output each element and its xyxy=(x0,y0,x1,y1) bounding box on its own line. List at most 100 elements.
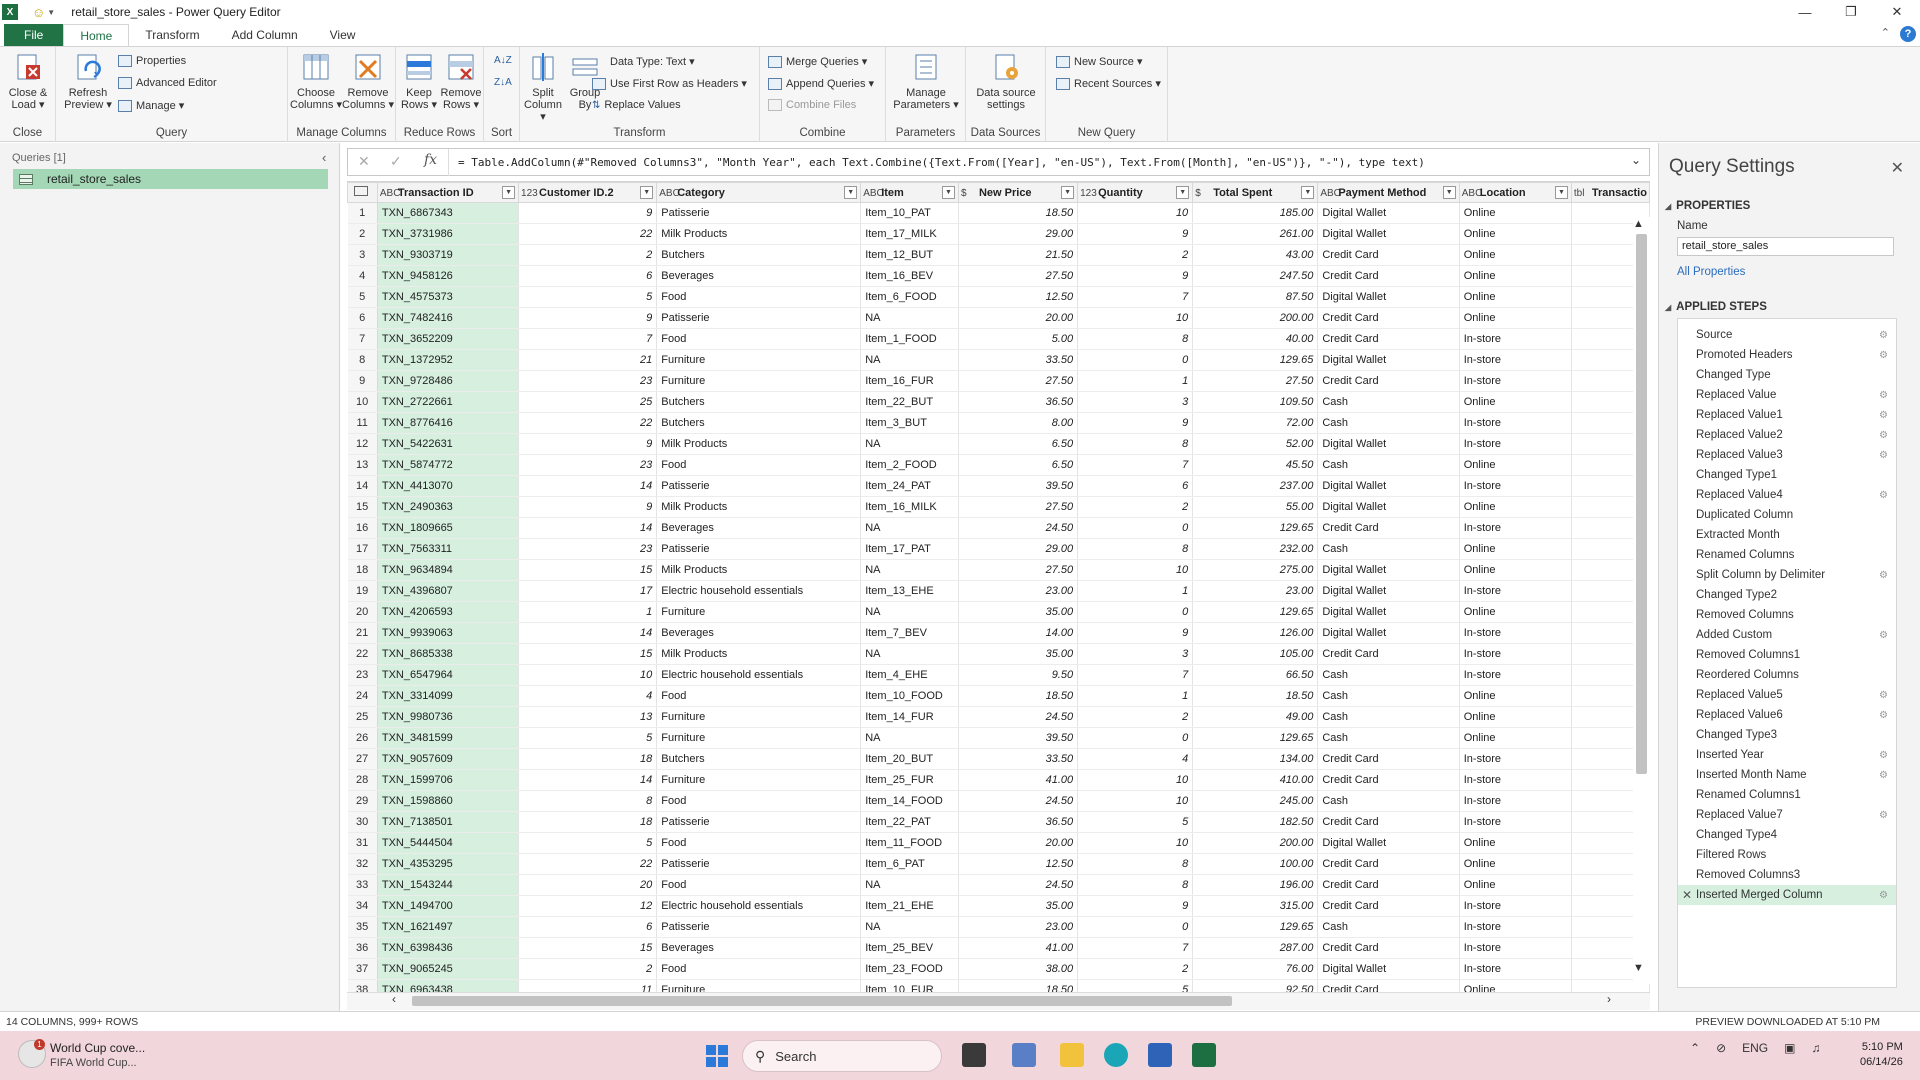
table-cell[interactable]: 22 xyxy=(518,412,658,434)
table-cell[interactable]: 27.50 xyxy=(958,496,1079,518)
row-number[interactable]: 19 xyxy=(347,580,378,602)
merge-queries-button[interactable]: Merge Queries ▾ xyxy=(768,55,867,68)
table-cell[interactable]: In-store xyxy=(1459,349,1572,371)
table-cell[interactable]: 52.00 xyxy=(1192,433,1319,455)
table-row[interactable]: 14 TXN_4413070 14 Patisserie Item_24_PAT 39.5… xyxy=(347,475,1650,497)
table-cell[interactable]: Cash xyxy=(1317,412,1460,434)
table-cell[interactable]: 0 xyxy=(1077,517,1194,539)
table-row[interactable]: 19 TXN_4396807 17 Electric household essent… xyxy=(347,580,1650,602)
table-cell[interactable]: 23 xyxy=(518,454,658,476)
table-cell[interactable]: TXN_5874772 xyxy=(377,454,520,476)
table-cell[interactable]: TXN_6547964 xyxy=(377,664,520,686)
table-cell[interactable]: In-store xyxy=(1459,370,1572,392)
table-cell[interactable]: 27.50 xyxy=(958,559,1079,581)
table-cell[interactable]: 237.00 xyxy=(1192,475,1319,497)
column-type-icon[interactable]: ABC xyxy=(1462,188,1483,199)
filter-dropdown-icon[interactable]: ▼ xyxy=(941,186,955,199)
table-cell[interactable]: TXN_1543244 xyxy=(377,874,520,896)
task-view-icon[interactable] xyxy=(962,1043,986,1067)
table-cell[interactable]: 200.00 xyxy=(1192,307,1319,329)
row-number[interactable]: 7 xyxy=(347,328,378,350)
table-cell[interactable]: In-store xyxy=(1459,580,1572,602)
step-settings-gear-icon[interactable]: ⚙ xyxy=(1879,490,1888,501)
table-cell[interactable]: Beverages xyxy=(656,622,862,644)
column-type-icon[interactable]: $ xyxy=(1195,188,1213,199)
table-cell[interactable]: TXN_4575373 xyxy=(377,286,520,308)
table-cell[interactable]: Food xyxy=(656,286,862,308)
row-number[interactable]: 32 xyxy=(347,853,378,875)
table-row[interactable]: 24 TXN_3314099 4 Food Item_10_FOOD 18.50 1 18.5… xyxy=(347,685,1650,707)
table-cell[interactable]: 9 xyxy=(1077,223,1194,245)
table-cell[interactable]: 0 xyxy=(1077,916,1194,938)
table-row[interactable]: 1 TXN_6867343 9 Patisserie Item_10_PAT 18.50 1… xyxy=(347,202,1650,224)
table-cell[interactable]: 8 xyxy=(1077,328,1194,350)
applied-step[interactable]: Duplicated Column xyxy=(1678,505,1896,525)
table-cell[interactable]: Online xyxy=(1459,832,1572,854)
table-cell[interactable]: Furniture xyxy=(656,769,862,791)
filter-dropdown-icon[interactable]: ▼ xyxy=(1176,186,1190,199)
table-cell[interactable]: 196.00 xyxy=(1192,874,1319,896)
table-cell[interactable]: Item_16_BEV xyxy=(860,265,959,287)
step-settings-gear-icon[interactable]: ⚙ xyxy=(1879,430,1888,441)
table-cell[interactable]: TXN_9458126 xyxy=(377,265,520,287)
table-cell[interactable]: In-store xyxy=(1459,622,1572,644)
table-cell[interactable]: In-store xyxy=(1459,433,1572,455)
table-cell[interactable]: Cash xyxy=(1317,454,1460,476)
row-number[interactable]: 6 xyxy=(347,307,378,329)
column-header[interactable]: $ New Price ▼ xyxy=(957,182,1079,203)
table-cell[interactable]: TXN_7138501 xyxy=(377,811,520,833)
table-cell[interactable]: Butchers xyxy=(656,244,862,266)
row-number[interactable]: 8 xyxy=(347,349,378,371)
table-cell[interactable]: 24.50 xyxy=(958,706,1079,728)
table-cell[interactable]: Credit Card xyxy=(1317,895,1460,917)
filter-dropdown-icon[interactable]: ▼ xyxy=(1442,186,1456,199)
table-row[interactable]: 33 TXN_1543244 20 Food NA 24.50 8 196.00 Credit … xyxy=(347,874,1650,896)
table-cell[interactable]: 261.00 xyxy=(1192,223,1319,245)
table-cell[interactable]: Digital Wallet xyxy=(1317,433,1460,455)
table-cell[interactable]: Food xyxy=(656,685,862,707)
file-explorer-icon[interactable] xyxy=(1060,1043,1084,1067)
table-cell[interactable]: 10 xyxy=(1077,769,1194,791)
table-cell[interactable]: 3 xyxy=(1077,391,1194,413)
row-number[interactable]: 14 xyxy=(347,475,378,497)
table-cell[interactable]: 10 xyxy=(1077,832,1194,854)
sort-descending-button[interactable]: Z↓A xyxy=(494,77,512,88)
table-cell[interactable]: 27.50 xyxy=(958,370,1079,392)
manage-button[interactable]: Manage ▾ xyxy=(118,99,184,112)
table-cell[interactable]: Item_1_FOOD xyxy=(860,328,959,350)
table-cell[interactable]: 72.00 xyxy=(1192,412,1319,434)
table-cell[interactable]: Item_24_PAT xyxy=(860,475,959,497)
step-settings-gear-icon[interactable]: ⚙ xyxy=(1879,630,1888,641)
table-cell[interactable]: TXN_6398436 xyxy=(377,937,520,959)
table-cell[interactable]: Furniture xyxy=(656,601,862,623)
table-cell[interactable]: 21.50 xyxy=(958,244,1079,266)
table-cell[interactable]: 15 xyxy=(518,559,658,581)
delete-step-icon[interactable]: ✕ xyxy=(1682,888,1692,902)
table-cell[interactable]: Credit Card xyxy=(1317,853,1460,875)
table-cell[interactable]: Butchers xyxy=(656,748,862,770)
table-cell[interactable]: 18.50 xyxy=(958,202,1079,224)
table-cell[interactable]: Cash xyxy=(1317,790,1460,812)
replace-values-button[interactable]: ⇅ Replace Values xyxy=(592,99,681,111)
table-cell[interactable]: Online xyxy=(1459,853,1572,875)
table-cell[interactable]: TXN_1598860 xyxy=(377,790,520,812)
row-number[interactable]: 31 xyxy=(347,832,378,854)
table-row[interactable]: 20 TXN_4206593 1 Furniture NA 35.00 0 129.65 Dig… xyxy=(347,601,1650,623)
table-cell[interactable]: TXN_8685338 xyxy=(377,643,520,665)
table-cell[interactable]: 7 xyxy=(1077,937,1194,959)
manage-parameters-button[interactable]: Manage Parameters ▾ xyxy=(890,51,962,111)
table-cell[interactable]: 22 xyxy=(518,853,658,875)
table-row[interactable]: 11 TXN_8776416 22 Butchers Item_3_BUT 8.00 9 72… xyxy=(347,412,1650,434)
table-cell[interactable]: 12.50 xyxy=(958,853,1079,875)
table-cell[interactable]: Item_17_MILK xyxy=(860,223,959,245)
table-cell[interactable]: 2 xyxy=(518,244,658,266)
row-number[interactable]: 13 xyxy=(347,454,378,476)
close-window-button[interactable]: ✕ xyxy=(1874,0,1920,24)
table-cell[interactable]: Item_14_FOOD xyxy=(860,790,959,812)
scroll-up-icon[interactable]: ▲ xyxy=(1633,218,1644,230)
applied-step[interactable]: Removed Columns3 xyxy=(1678,865,1896,885)
row-number[interactable]: 15 xyxy=(347,496,378,518)
table-cell[interactable]: Patisserie xyxy=(656,307,862,329)
applied-step[interactable]: Changed Type1 xyxy=(1678,465,1896,485)
table-cell[interactable]: TXN_7563311 xyxy=(377,538,520,560)
